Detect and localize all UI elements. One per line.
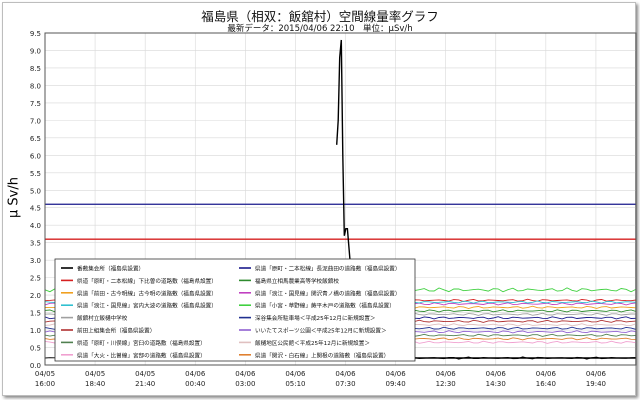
- y-axis-ticks: 0.0 0.5 1.0 1.5 2.0 2.5 3.0 3.5 4.0 4.5 5.0 5.5 6.0 6…: [30, 30, 41, 370]
- y-tick-label: 8.5: [30, 65, 41, 73]
- y-tick-label: 8.0: [30, 82, 41, 90]
- x-tick-label-date: 04/06: [285, 370, 306, 378]
- x-tick-label-time: 07:30: [335, 380, 355, 388]
- x-tick-label-date: 04/05: [85, 370, 105, 378]
- legend-label: 福島県立相馬農業高等学校飯舘校: [255, 277, 339, 285]
- x-tick-label-time: 12:30: [436, 380, 456, 388]
- x-tick-label-time: 09:40: [385, 380, 405, 388]
- legend-label: 県道「原町・川俣線」宮臼の道路敷（福島県設置）: [77, 339, 206, 347]
- legend-label: 県道「浪江・国見線」関沢青ノ橋の道路敷（福島県設置）: [255, 289, 400, 297]
- x-tick-label-date: 04/06: [185, 370, 206, 378]
- y-tick-label: 6.5: [30, 135, 41, 143]
- x-tick-label-date: 04/06: [586, 370, 607, 378]
- y-tick-label: 3.5: [30, 240, 41, 248]
- x-tick-label-time: 21:40: [135, 380, 155, 388]
- y-tick-label: 7.5: [30, 100, 41, 108]
- legend-label: 県道「関沢・白石線」上関根の道路敷（福島県設置）: [255, 351, 389, 359]
- legend-label: 飯舘村立飯樋中学校: [77, 314, 128, 322]
- legend-label: 県道「大火・比曽線」宮部の道路敷（福島県設置）: [77, 351, 206, 359]
- x-axis-ticks: 04/05 16:00 04/05 18:40 04/05 21:40 04/06 00:40…: [35, 370, 607, 388]
- y-tick-label: 5.0: [30, 187, 41, 195]
- y-tick-label: 2.5: [30, 275, 41, 283]
- x-tick-label-date: 04/05: [135, 370, 155, 378]
- x-tick-label-time: 14:30: [486, 380, 506, 388]
- y-tick-label: 9.5: [30, 30, 41, 38]
- x-tick-label-date: 04/06: [235, 370, 256, 378]
- x-tick-label-time: 19:40: [586, 380, 606, 388]
- y-tick-label: 6.0: [30, 152, 41, 160]
- legend: 番敷集会所（福島県設置） 県道「原町・二本松線」長泥曲田の道路敷（福島県設置） 県道…: [54, 258, 416, 362]
- legend-label: 番敷集会所（福島県設置）: [77, 265, 144, 273]
- legend-label: 県道「前田・古今明線」古今明の道路敷（福島県設置）: [77, 289, 217, 297]
- x-tick-label-time: 05:10: [285, 380, 305, 388]
- x-tick-label-date: 04/06: [385, 370, 406, 378]
- y-tick-label: 2.0: [30, 292, 41, 300]
- y-tick-label: 9.0: [30, 47, 41, 55]
- x-tick-label-date: 04/05: [35, 370, 55, 378]
- legend-label: 県道「浪江・国見線」宮内大波の道路敷（福島県設置）: [77, 302, 217, 310]
- legend-label: 深谷集会所駐車場＜平成25年12月に新規設置＞: [255, 314, 376, 322]
- y-tick-label: 3.0: [30, 257, 41, 265]
- x-tick-label-time: 18:40: [85, 380, 105, 388]
- legend-label: 県道「小宮・草野線」蕨平木戸の道路敷（福島県設置）: [255, 302, 395, 310]
- legend-label: 前田上組集会所（福島県設置）: [77, 327, 155, 335]
- y-tick-label: 0.5: [30, 345, 41, 353]
- line-chart: 0.0 0.5 1.0 1.5 2.0 2.5 3.0 3.5 4.0 4.5 5.0 5.5 6.0 6…: [30, 30, 637, 388]
- y-tick-label: 4.5: [30, 205, 41, 213]
- y-tick-label: 1.0: [30, 327, 41, 335]
- y-tick-label: 0.0: [30, 362, 41, 370]
- x-tick-label-time: 03:00: [235, 380, 255, 388]
- x-tick-label-date: 04/06: [436, 370, 457, 378]
- y-tick-label: 7.0: [30, 117, 41, 125]
- x-tick-label-date: 04/06: [536, 370, 557, 378]
- legend-label: 県道「原町・二本松線」下比曽の道路敷（福島県設置）: [77, 277, 217, 285]
- x-tick-label-time: 16:00: [35, 380, 55, 388]
- legend-label: 飯樋地区公民館＜平成25年12月に新規設置＞: [255, 339, 370, 347]
- y-tick-label: 5.5: [30, 170, 41, 178]
- y-tick-label: 4.0: [30, 222, 41, 230]
- legend-label: 県道「原町・二本松線」長泥曲田の道路敷（福島県設置）: [255, 265, 400, 273]
- x-tick-label-date: 04/06: [335, 370, 356, 378]
- x-tick-label-time: 00:40: [185, 380, 205, 388]
- x-tick-label-date: 04/06: [486, 370, 507, 378]
- legend-label: いいたてスポーツ公園＜平成25年12月に新規設置＞: [255, 327, 387, 335]
- y-tick-label: 1.5: [30, 310, 41, 318]
- x-tick-label-time: 16:40: [536, 380, 556, 388]
